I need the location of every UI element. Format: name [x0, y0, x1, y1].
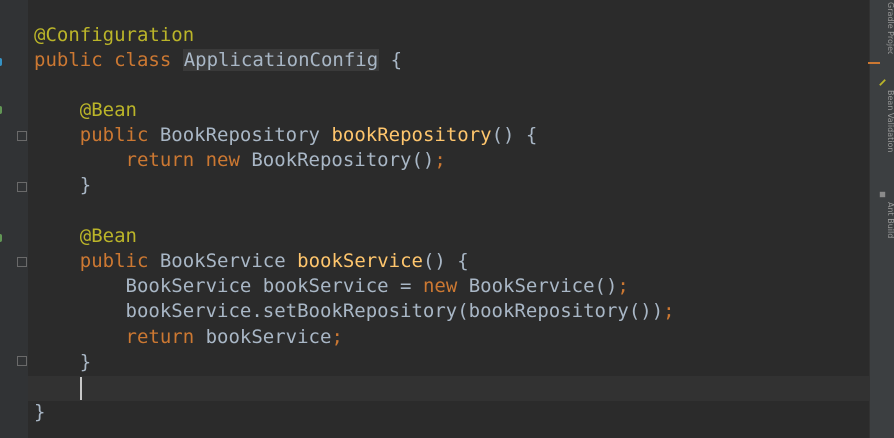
code-line[interactable]: } — [34, 400, 45, 424]
gutter-marker — [0, 234, 2, 242]
code-token: () { — [491, 124, 538, 146]
code-token: } — [34, 401, 46, 423]
code-token: BookService() — [468, 275, 618, 297]
code-line[interactable]: bookService.setBookRepository(bookReposi… — [34, 299, 675, 323]
code-token: bookService — [297, 250, 423, 272]
tab-ant-build[interactable]: Ant Build — [870, 202, 894, 250]
fold-end-icon[interactable] — [17, 182, 27, 192]
code-line[interactable]: } — [34, 173, 91, 197]
code-token: bookService — [205, 326, 332, 348]
tool-window-strip: Gradle Projects Bean Validation Ant Buil… — [869, 0, 894, 438]
code-token: bookRepository — [331, 124, 492, 146]
code-line[interactable]: public BookService bookService() { — [34, 249, 469, 273]
error-stripe-marker — [868, 62, 880, 64]
code-line[interactable]: } — [34, 350, 91, 374]
editor-gutter — [0, 0, 29, 438]
code-editor[interactable]: @Configuration public class ApplicationCo… — [0, 0, 894, 438]
code-token: public class — [34, 49, 183, 71]
code-line[interactable]: @Bean — [34, 98, 137, 122]
code-line[interactable]: BookService bookService = new BookServic… — [34, 274, 629, 298]
code-token: BookService — [159, 250, 298, 272]
code-token: ; — [331, 326, 343, 348]
code-token: public — [34, 250, 160, 272]
code-token: BookRepository() — [251, 149, 435, 171]
code-line[interactable]: @Bean — [34, 224, 137, 248]
code-token: BookService bookService = — [34, 275, 423, 297]
gutter-marker — [0, 106, 2, 114]
code-line[interactable]: @Configuration — [34, 23, 194, 47]
code-token: new — [422, 275, 469, 297]
code-token: public — [34, 124, 160, 146]
code-token: BookRepository — [159, 124, 332, 146]
code-line[interactable]: public class ApplicationConfig { — [34, 48, 402, 72]
fold-end-icon[interactable] — [17, 356, 27, 366]
code-token: @Configuration — [34, 24, 195, 46]
tab-bean-validation[interactable]: Bean Validation — [870, 90, 894, 180]
code-token: ; — [434, 149, 446, 171]
code-token: } — [34, 174, 92, 196]
code-token: ; — [617, 275, 629, 297]
bean-validation-icon — [879, 79, 886, 86]
code-line[interactable]: return new BookRepository(); — [34, 148, 446, 172]
fold-toggle-icon[interactable] — [17, 257, 27, 267]
tab-gradle-projects[interactable]: Gradle Projects — [870, 2, 894, 54]
code-token: return — [34, 326, 206, 348]
code-token: { — [379, 49, 403, 71]
code-line[interactable]: public BookRepository bookRepository() { — [34, 123, 538, 147]
code-line[interactable]: return bookService; — [34, 325, 343, 349]
code-token: ; — [663, 300, 675, 322]
code-token: @Bean — [34, 99, 137, 121]
fold-toggle-icon[interactable] — [17, 131, 27, 141]
code-token: () { — [422, 250, 469, 272]
code-token: ApplicationConfig — [182, 49, 380, 71]
text-caret — [80, 377, 82, 400]
code-token: } — [34, 351, 92, 373]
code-area[interactable]: @Configuration public class ApplicationCo… — [28, 0, 869, 438]
gutter-marker — [0, 58, 2, 66]
code-token: return new — [34, 149, 252, 171]
code-token: @Bean — [34, 225, 137, 247]
ant-build-icon — [879, 191, 886, 198]
current-line-highlight — [28, 376, 869, 401]
code-token: bookService.setBookRepository(bookReposi… — [34, 300, 664, 322]
